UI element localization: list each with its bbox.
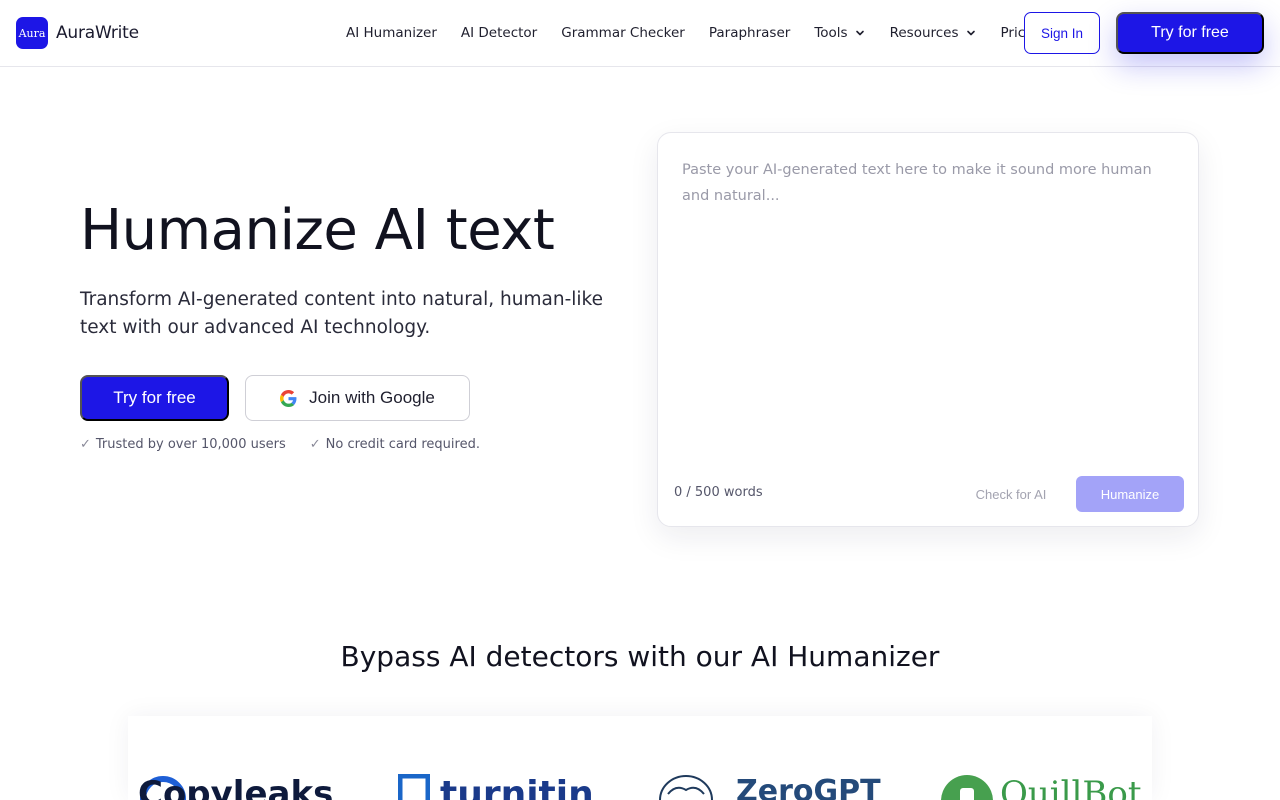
nav-resources-dropdown[interactable]: Resources bbox=[890, 25, 977, 41]
quillbot-logo-icon bbox=[941, 775, 993, 800]
nav-tools-dropdown[interactable]: Tools bbox=[814, 25, 865, 41]
brand-name: AuraWrite bbox=[56, 23, 139, 43]
nav-ai-humanizer[interactable]: AI Humanizer bbox=[346, 25, 437, 41]
trust-item: ✓ No credit card required. bbox=[310, 437, 480, 452]
chevron-down-icon bbox=[966, 30, 975, 36]
detector-logo-strip: Copyleaks turnitin ZeroGPT QuillBot bbox=[128, 716, 1152, 800]
trust-item: ✓ Trusted by over 10,000 users bbox=[80, 437, 286, 452]
check-icon: ✓ bbox=[309, 437, 321, 452]
word-count: 0 / 500 words bbox=[674, 485, 763, 500]
nav-ai-detector[interactable]: AI Detector bbox=[461, 25, 537, 41]
humanizer-editor-card: 0 / 500 words Check for AI Humanize bbox=[657, 132, 1199, 527]
quillbot-logo: QuillBot bbox=[1000, 774, 1142, 800]
copyleaks-logo: Copyleaks bbox=[138, 774, 334, 800]
logo-mark: Aura bbox=[16, 17, 48, 49]
try-for-free-header-button[interactable]: Try for free bbox=[1116, 12, 1264, 54]
hero-subtitle: Transform AI-generated content into natu… bbox=[80, 289, 603, 338]
nav-label: AI Detector bbox=[460, 25, 538, 41]
main-nav: AI Humanizer AI Detector Grammar Checker… bbox=[346, 0, 1070, 66]
site-header: Aura AuraWrite AI Humanizer AI Detector … bbox=[0, 0, 1280, 67]
nav-label: Resources bbox=[889, 25, 959, 41]
nav-label: Tools bbox=[814, 25, 848, 41]
trust-text: Trusted by over 10,000 users bbox=[95, 437, 286, 452]
trust-badges: ✓ Trusted by over 10,000 users ✓ No credit… bbox=[80, 437, 480, 452]
join-with-google-button[interactable]: Join with Google bbox=[245, 375, 470, 421]
google-icon bbox=[280, 389, 297, 407]
check-for-ai-button[interactable]: Check for AI bbox=[964, 476, 1058, 512]
humanize-button[interactable]: Humanize bbox=[1076, 476, 1184, 512]
google-button-label: Join with Google bbox=[309, 388, 435, 407]
nav-grammar-checker[interactable]: Grammar Checker bbox=[561, 25, 685, 41]
turnitin-logo: turnitin bbox=[440, 774, 594, 800]
check-icon: ✓ bbox=[80, 437, 91, 452]
sign-in-button[interactable]: Sign In bbox=[1024, 12, 1100, 54]
bypass-section-title: Bypass AI detectors with our AI Humanize… bbox=[340, 640, 940, 673]
nav-label: Grammar Checker bbox=[561, 25, 685, 41]
trust-text: No credit card required. bbox=[325, 437, 480, 452]
ai-text-input[interactable] bbox=[670, 145, 1188, 465]
brain-icon bbox=[659, 775, 713, 800]
nav-label: Paraphraser bbox=[708, 25, 791, 41]
try-for-free-hero-button[interactable]: Try for free bbox=[80, 375, 229, 421]
brand-logo[interactable]: Aura AuraWrite bbox=[16, 17, 139, 49]
turnitin-logo-icon bbox=[398, 774, 430, 800]
nav-paraphraser[interactable]: Paraphraser bbox=[709, 25, 790, 41]
hero-title: Humanize AI text bbox=[80, 198, 555, 263]
zerogpt-logo: ZeroGPT bbox=[736, 774, 881, 800]
chevron-down-icon bbox=[855, 30, 864, 36]
nav-label: AI Humanizer bbox=[346, 25, 437, 41]
